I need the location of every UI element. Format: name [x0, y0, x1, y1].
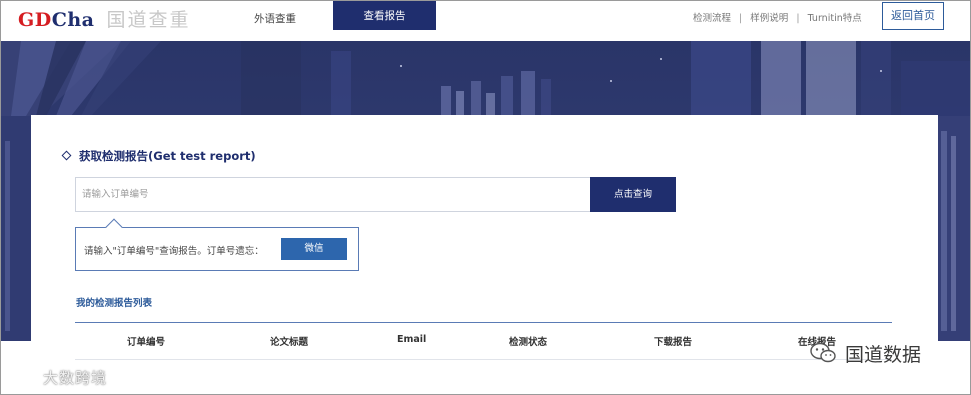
watermark-left-text: 大数跨境 — [43, 369, 108, 387]
link-separator: | — [796, 13, 800, 24]
wechat-button[interactable]: 微信 — [281, 238, 347, 260]
section-title-text: 获取检测报告(Get test report) — [79, 149, 256, 163]
tip-arrow — [105, 218, 123, 236]
section-title: 获取检测报告(Get test report) — [61, 148, 256, 164]
site-header: GD Cha 国道查重 外语查重 查看报告 检测流程 | 样例说明 | Turn… — [1, 1, 970, 41]
column-header-download: 下载报告 — [654, 337, 693, 348]
link-turnitin[interactable]: Turnitin特点 — [808, 13, 862, 24]
site-logo[interactable]: GD Cha 国道查重 — [18, 5, 190, 33]
link-sample[interactable]: 样例说明 — [750, 13, 788, 24]
table-header-rule — [75, 322, 892, 323]
query-button[interactable]: 点击查询 — [590, 177, 676, 212]
report-list-title: 我的检测报告列表 — [76, 298, 153, 309]
nav-foreign-check[interactable]: 外语查重 — [254, 11, 296, 26]
column-header-order-number: 订单编号 — [127, 337, 166, 348]
link-process[interactable]: 检测流程 — [693, 13, 731, 24]
report-query-card: 获取检测报告(Get test report) 点击查询 请输入"订单编号"查询… — [31, 115, 938, 394]
browser-viewport: GD Cha 国道查重 外语查重 查看报告 检测流程 | 样例说明 | Turn… — [0, 0, 971, 395]
wechat-icon — [810, 342, 836, 363]
back-home-button[interactable]: 返回首页 — [882, 2, 944, 30]
watermark-right: 国道数据 — [809, 338, 921, 368]
column-header-email: Email — [397, 334, 427, 345]
logo-text-blue: Cha — [51, 9, 95, 31]
watermark-right-text: 国道数据 — [845, 343, 922, 366]
watermark-left: 大数跨境 — [9, 365, 107, 388]
nav-view-report[interactable]: 查看报告 — [333, 1, 436, 30]
logo-text-red: GD — [18, 9, 52, 31]
logo-text-chinese: 国道查重 — [106, 9, 191, 31]
diamond-icon — [61, 150, 72, 161]
table-divider — [75, 359, 892, 360]
tip-text: 请输入"订单编号"查询报告。订单号遗忘： — [84, 246, 264, 257]
column-header-status: 检测状态 — [509, 337, 548, 348]
top-links: 检测流程 | 样例说明 | Turnitin特点 — [693, 10, 862, 24]
column-header-paper-title: 论文标题 — [270, 337, 309, 348]
order-tip-popover: 请输入"订单编号"查询报告。订单号遗忘： 微信 — [75, 218, 359, 271]
link-separator: | — [739, 13, 743, 24]
order-number-input[interactable] — [75, 177, 591, 212]
watermark-logo-icon — [9, 365, 39, 387]
